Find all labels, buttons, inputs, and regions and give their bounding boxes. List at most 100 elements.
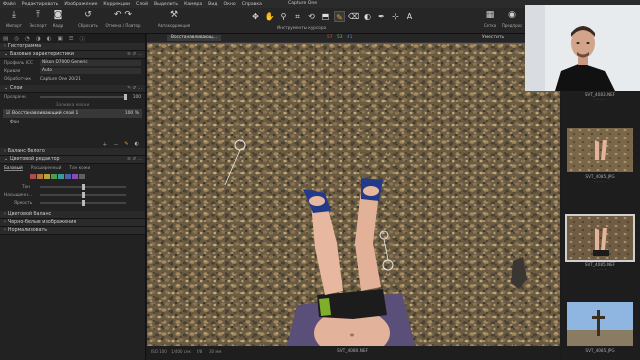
layer-background[interactable]: Фон (0, 118, 145, 126)
layer-healing-1[interactable]: ☑ Восстанавливающий слой 1 100 % (3, 109, 142, 118)
tab-skin-tone[interactable]: Тон кожи (69, 165, 90, 170)
library-tab-icon[interactable]: ▤ (3, 36, 8, 42)
import-button[interactable]: ⤓ Импорт (2, 10, 26, 32)
pan-tool-icon[interactable]: ✋ (264, 11, 275, 22)
menu-layer[interactable]: Слой (133, 2, 151, 7)
hue-slider[interactable] (40, 184, 126, 190)
metadata-tab-icon[interactable]: ⓘ (80, 35, 86, 43)
brush-icon[interactable]: ✎ (124, 141, 128, 147)
menu-file[interactable]: Файл (0, 2, 19, 7)
brush-tool-icon[interactable]: ✎ (334, 11, 345, 22)
grid-icon: ▦ (485, 10, 495, 20)
rotate-tool-icon[interactable]: ⟲ (306, 11, 317, 22)
invert-icon[interactable]: ◐ (135, 141, 139, 147)
reset-button[interactable]: ↺ Сбросить (76, 10, 100, 32)
adjustments-tab-icon[interactable]: ☰ (69, 36, 74, 42)
color-balance-header[interactable]: › Цветовой баланс (0, 211, 145, 219)
thumbnail-image (567, 128, 633, 172)
add-layer-icon[interactable]: ＋ (102, 141, 107, 148)
thumbnail[interactable]: SVT_4085.JPG (567, 302, 633, 353)
thumbnail-selected[interactable]: SVT_4085.NEF · · · · · (565, 214, 635, 272)
fill-mask-button[interactable]: Заливка маски (56, 103, 90, 108)
capture-tab-icon[interactable]: ◎ (14, 36, 19, 42)
chevron-down-icon: ⌄ (4, 157, 9, 162)
rating-stars[interactable]: · · · · · (567, 267, 633, 272)
zoom-fit-dropdown[interactable]: Уместить (482, 35, 504, 40)
opacity-slider-knob[interactable] (124, 94, 127, 100)
tab-advanced[interactable]: Расширенный (31, 165, 62, 170)
brightness-slider-knob[interactable] (82, 200, 85, 206)
fill-mask-row: Заливка маски (0, 101, 145, 109)
focal-readout: 30 мм (209, 349, 222, 354)
checkbox-icon[interactable]: ☑ (6, 111, 10, 116)
curve-select[interactable]: Auto (40, 68, 141, 74)
histogram-header[interactable]: › Гистограмма (0, 43, 145, 51)
thumbnail[interactable]: SVT_4085.JPG · · · · · (567, 128, 633, 184)
menu-window[interactable]: Окно (221, 2, 239, 7)
layers-options-icon[interactable]: ✎ ↺ … (127, 86, 142, 91)
picker-tool-icon[interactable]: ✒ (376, 11, 387, 22)
auto-adjust-button[interactable]: ⚒ Автокоррекция (156, 10, 192, 32)
lens-tab-icon[interactable]: ◔ (25, 36, 30, 42)
swatch-yellow[interactable] (44, 174, 50, 179)
menu-edit[interactable]: Редактировать (19, 2, 62, 7)
swatch-gray[interactable] (79, 174, 85, 179)
menu-camera[interactable]: Камера (181, 2, 205, 7)
hue-slider-knob[interactable] (82, 184, 85, 190)
swatch-magenta[interactable] (72, 174, 78, 179)
basic-characteristics-header[interactable]: ⌄ Базовые характеристики ≡ ↺ … (0, 51, 145, 59)
color-tab-icon[interactable]: ◑ (36, 36, 41, 42)
wb-picker-icon[interactable]: ⊹ (390, 11, 401, 22)
exposure-tab-icon[interactable]: ◐ (47, 36, 52, 42)
swatch-orange[interactable] (37, 174, 43, 179)
white-balance-header[interactable]: › Баланс белого (0, 148, 145, 156)
swatch-green[interactable] (51, 174, 57, 179)
opacity-slider[interactable] (40, 94, 127, 100)
webcam-overlay (525, 5, 640, 91)
thumbnail-image (565, 214, 635, 262)
brightness-slider[interactable] (40, 200, 126, 206)
main-photo[interactable] (147, 43, 560, 346)
icc-profile-select[interactable]: Nikon D7000 Generic (40, 60, 141, 66)
crop-button[interactable]: ◙ Кадр (46, 10, 70, 32)
zoom-tool-icon[interactable]: ⚲ (278, 11, 289, 22)
camera-icon: ◙ (53, 10, 63, 20)
menu-select[interactable]: Выделить (151, 2, 181, 7)
swatch-cyan[interactable] (58, 174, 64, 179)
layer-selector[interactable]: Восстанавливающ... (167, 35, 221, 41)
color-editor-options-icon[interactable]: ≡ ↺ … (127, 157, 142, 162)
image-viewer: Восстанавливающ... 57 53 41 Уместить ISO… (147, 34, 560, 360)
proof-button[interactable]: ◉ Предпрос (500, 10, 524, 32)
rating-stars[interactable]: · · · · · (567, 97, 633, 102)
import-icon: ⤓ (12, 10, 16, 20)
tab-basic[interactable]: Базовый (4, 165, 23, 171)
menu-image[interactable]: Изображение (61, 2, 100, 7)
color-editor-header[interactable]: ⌄ Цветовой редактор ≡ ↺ … (0, 156, 145, 164)
panel-options-icon[interactable]: ≡ ↺ … (127, 52, 142, 57)
gradient-tool-icon[interactable]: ◐ (362, 11, 373, 22)
menu-help[interactable]: Справка (239, 2, 265, 7)
undo-redo-button[interactable]: ↶ ↷ Отмена / Повтор (104, 10, 142, 32)
swatch-blue[interactable] (65, 174, 71, 179)
crop-tool-icon[interactable]: ⌗ (292, 11, 303, 22)
rating-stars[interactable]: · · · · · (567, 179, 633, 184)
move-tool-icon[interactable]: ✥ (250, 11, 261, 22)
eraser-tool-icon[interactable]: ⌫ (348, 11, 359, 22)
saturation-slider[interactable] (40, 192, 126, 198)
menu-view[interactable]: Вид (205, 2, 220, 7)
menu-adjustments[interactable]: Коррекции (100, 2, 133, 7)
grid-button[interactable]: ▦ Сетка (478, 10, 502, 32)
saturation-slider-knob[interactable] (82, 192, 85, 198)
remove-layer-icon[interactable]: － (113, 141, 118, 148)
black-white-header[interactable]: › Черно-белые изображения (0, 219, 145, 227)
details-tab-icon[interactable]: ▣ (57, 36, 62, 42)
layers-header[interactable]: ⌄ Слои ✎ ↺ … (0, 85, 145, 93)
layers-list-space (0, 126, 145, 140)
swatch-red[interactable] (30, 174, 36, 179)
keystone-tool-icon[interactable]: ⬒ (320, 11, 331, 22)
aperture-readout: f/8 (197, 349, 203, 354)
text-tool-icon[interactable]: A (404, 11, 415, 22)
normalize-header[interactable]: › Нормализовать (0, 227, 145, 235)
opacity-row: Прозрачн. 100 (4, 94, 141, 100)
hue-row: Тон (0, 183, 145, 191)
